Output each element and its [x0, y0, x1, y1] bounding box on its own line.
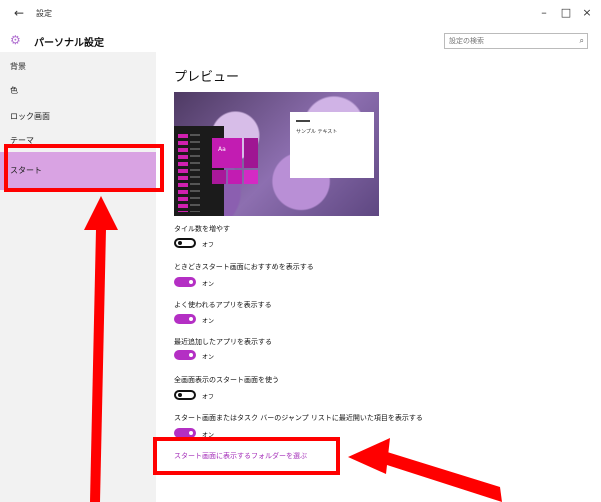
arrow-up-icon	[84, 196, 118, 502]
annotation-arrows	[84, 196, 502, 502]
arrow-left-icon	[348, 438, 502, 502]
